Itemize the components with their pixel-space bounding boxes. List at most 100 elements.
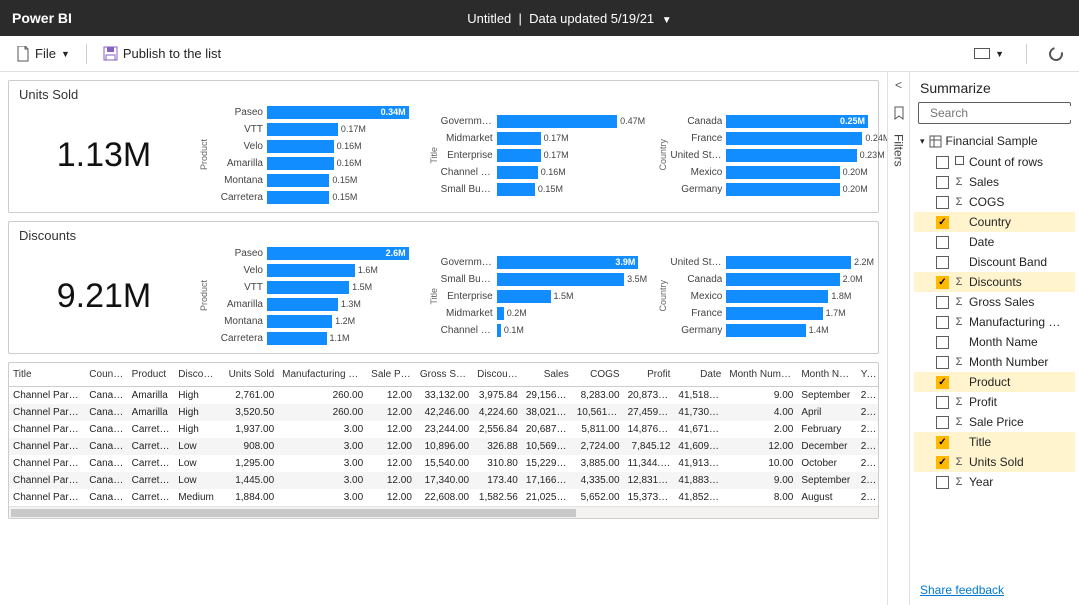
discounts-card[interactable]: Discounts 9.21M ProductPaseo2.6MVelo1.6M… (8, 221, 879, 354)
field-label: Title (969, 435, 991, 449)
checkbox[interactable] (936, 296, 949, 309)
column-header[interactable]: Title (9, 363, 85, 387)
refresh-button[interactable] (1041, 43, 1071, 65)
share-feedback-link[interactable]: Share feedback (910, 575, 1079, 605)
field-item[interactable]: ΣSales (914, 172, 1075, 192)
bar-fill (267, 264, 355, 277)
column-header[interactable]: Sales (522, 363, 573, 387)
bar-row: Enterprise1.5M (441, 290, 639, 303)
checkbox[interactable] (936, 176, 949, 189)
field-item[interactable]: ✓Product (914, 372, 1075, 392)
column-header[interactable]: Manufacturing Price (278, 363, 367, 387)
card-title: Units Sold (19, 87, 868, 102)
bookmark-icon[interactable] (892, 106, 906, 120)
column-header[interactable]: Discounts (473, 363, 522, 387)
file-menu[interactable]: File ▼ (8, 42, 78, 66)
search-input[interactable] (930, 106, 1079, 120)
field-item[interactable]: ✓Country (914, 212, 1075, 232)
bar-category: Small Busi… (441, 184, 493, 195)
bar-fill (267, 157, 334, 170)
field-item[interactable]: ΣGross Sales (914, 292, 1075, 312)
sigma-icon: Σ (954, 416, 964, 428)
field-label: COGS (969, 195, 1004, 209)
table-row[interactable]: Channel PartnersCanadaCarreteraLow1,445.… (9, 472, 878, 489)
data-table-card[interactable]: TitleCountryProductDiscount BandUnits So… (8, 362, 879, 519)
checkbox[interactable] (936, 416, 949, 429)
table-row[interactable]: Channel PartnersCanadaAmarillaHigh3,520.… (9, 404, 878, 421)
field-item[interactable]: ✓ΣDiscounts (914, 272, 1075, 292)
checkbox[interactable]: ✓ (936, 436, 949, 449)
field-item[interactable]: ✓ΣUnits Sold (914, 452, 1075, 472)
bar-fill (267, 174, 329, 187)
doc-title-group[interactable]: Untitled | Data updated 5/19/21 ▼ (72, 11, 1067, 26)
column-header[interactable]: Ye… (857, 363, 878, 387)
checkbox[interactable] (936, 196, 949, 209)
field-search[interactable] (918, 102, 1071, 124)
checkbox[interactable]: ✓ (936, 216, 949, 229)
checkbox[interactable] (936, 236, 949, 249)
checkbox[interactable] (936, 356, 949, 369)
checkbox[interactable]: ✓ (936, 276, 949, 289)
field-item[interactable]: ΣYear (914, 472, 1075, 492)
column-header[interactable]: Month Number (725, 363, 797, 387)
table-row[interactable]: Channel PartnersCanadaAmarillaHigh2,761.… (9, 387, 878, 405)
bar-fill: 3.9M (497, 256, 639, 269)
column-header[interactable]: Country (85, 363, 127, 387)
pane-header: Summarize (910, 72, 1079, 102)
field-item[interactable]: ΣMonth Number (914, 352, 1075, 372)
field-item[interactable]: Month Name (914, 332, 1075, 352)
column-header[interactable]: Gross Sales (416, 363, 473, 387)
column-header[interactable]: Month Name (797, 363, 856, 387)
collapse-arrow[interactable]: < (895, 78, 902, 92)
checkbox[interactable]: ✓ (936, 456, 949, 469)
field-item[interactable]: ΣCOGS (914, 192, 1075, 212)
checkbox[interactable] (936, 396, 949, 409)
field-label: Discount Band (969, 255, 1047, 269)
field-item[interactable]: ΣProfit (914, 392, 1075, 412)
column-header[interactable]: Profit (624, 363, 675, 387)
units-sold-card[interactable]: Units Sold 1.13M ProductPaseo0.34MVTT0.1… (8, 80, 879, 213)
bar-category: Germany (670, 325, 722, 336)
column-header[interactable]: Product (128, 363, 175, 387)
table-row[interactable]: Channel PartnersCanadaCarreteraLow908.00… (9, 438, 878, 455)
field-item[interactable]: Count of rows (914, 152, 1075, 172)
field-item[interactable]: Discount Band (914, 252, 1075, 272)
horizontal-scrollbar[interactable] (9, 506, 878, 518)
card-title: Discounts (19, 228, 868, 243)
table-row[interactable]: Channel PartnersCanadaCarreteraHigh1,937… (9, 421, 878, 438)
bar-chart[interactable]: CountryUnited Sta…2.2MCanada2.0MMexico1.… (658, 247, 868, 345)
table-row[interactable]: Channel PartnersCanadaCarreteraLow1,295.… (9, 455, 878, 472)
chevron-down-icon: ▼ (662, 15, 672, 26)
bar-chart[interactable]: ProductPaseo0.34MVTT0.17MVelo0.16MAmaril… (199, 106, 409, 204)
filters-pane-toggle[interactable]: Filters (892, 134, 906, 167)
bar-category: Paseo (211, 107, 263, 118)
bar-row: Montana1.2M (211, 315, 409, 328)
column-header[interactable]: Units Sold (221, 363, 278, 387)
table-row[interactable]: Channel PartnersCanadaCarreteraMedium1,8… (9, 489, 878, 506)
column-header[interactable]: Sale Price (367, 363, 416, 387)
field-item[interactable]: ΣSale Price (914, 412, 1075, 432)
checkbox[interactable]: ✓ (936, 376, 949, 389)
bar-category: Midmarket (441, 308, 493, 319)
column-header[interactable]: COGS (573, 363, 624, 387)
field-item[interactable]: ΣManufacturing … (914, 312, 1075, 332)
bar-chart[interactable]: ProductPaseo2.6MVelo1.6MVTT1.5MAmarilla1… (199, 247, 409, 345)
field-item[interactable]: ✓ Title (914, 432, 1075, 452)
scrollbar-thumb[interactable] (11, 509, 576, 517)
column-header[interactable]: Date (674, 363, 725, 387)
field-item[interactable]: Date (914, 232, 1075, 252)
bar-chart[interactable]: CountryCanada0.25MFrance0.24MUnited Sta…… (658, 106, 868, 204)
bar-category: United Sta… (670, 150, 722, 161)
publish-button[interactable]: Publish to the list (95, 42, 229, 65)
bar-fill (497, 115, 617, 128)
checkbox[interactable] (936, 256, 949, 269)
bar-chart[interactable]: TitleGovernme…3.9MSmall Busi…3.5MEnterpr… (429, 247, 639, 345)
checkbox[interactable] (936, 316, 949, 329)
bar-chart[interactable]: TitleGovernme…0.47MMidmarket0.17MEnterpr… (429, 106, 639, 204)
table-node[interactable]: ▾ Financial Sample (914, 130, 1075, 152)
checkbox[interactable] (936, 476, 949, 489)
view-mode-button[interactable]: ▼ (966, 44, 1012, 63)
checkbox[interactable] (936, 156, 949, 169)
checkbox[interactable] (936, 336, 949, 349)
column-header[interactable]: Discount Band (174, 363, 221, 387)
